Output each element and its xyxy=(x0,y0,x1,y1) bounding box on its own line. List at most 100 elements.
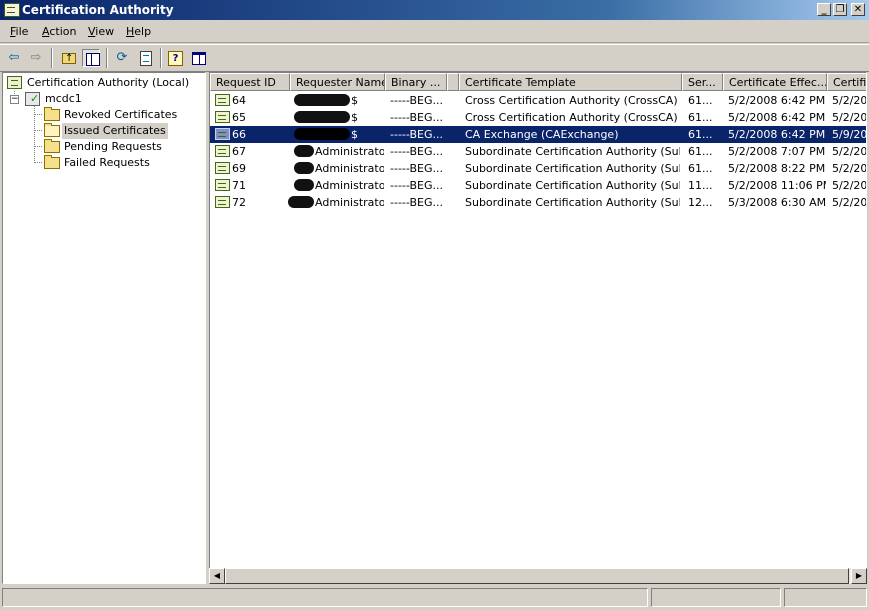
tree-server-label: mcdc1 xyxy=(45,92,82,105)
folder-icon xyxy=(44,107,60,121)
cell-request-id: 72 xyxy=(232,196,246,209)
column-binary-certificate[interactable]: Binary ... xyxy=(385,73,447,91)
tree-item-issued-certificates[interactable]: Issued Certificates xyxy=(3,123,203,139)
column-certificate-expiration-date[interactable]: Certific xyxy=(827,73,866,91)
cell-expiration-date: 5/2/201 xyxy=(832,179,867,192)
certificate-icon xyxy=(215,145,230,157)
tree-item-label: Revoked Certificates xyxy=(64,108,178,121)
console-tree[interactable]: Certification Authority (Local) − mcdc1 … xyxy=(2,72,206,584)
tree-item-revoked-certificates[interactable]: Revoked Certificates xyxy=(3,107,203,123)
console-tree-icon xyxy=(86,53,100,66)
certificate-icon xyxy=(215,94,230,106)
cell-requester-name: $ xyxy=(294,92,384,109)
column-request-id[interactable]: Request ID xyxy=(210,73,290,91)
tree-item-failed-requests[interactable]: Failed Requests xyxy=(3,155,203,171)
tree-root[interactable]: Certification Authority (Local) xyxy=(3,75,203,91)
cell-serial-number: 61... xyxy=(688,94,713,107)
open-folder-icon xyxy=(44,123,60,137)
column-spacer xyxy=(447,73,459,91)
cell-request-id: 71 xyxy=(232,179,246,192)
column-requester-name[interactable]: Requester Name xyxy=(290,73,385,91)
export-list-button[interactable] xyxy=(136,49,154,67)
cell-effective-date: 5/2/2008 11:06 PM xyxy=(728,179,826,192)
table-row[interactable]: 69 Administrator -----BEG... Subordinate… xyxy=(210,160,867,177)
properties-button[interactable] xyxy=(189,49,207,67)
cell-expiration-date: 5/2/201 xyxy=(832,111,867,124)
cell-serial-number: 61... xyxy=(688,111,713,124)
cell-expiration-date: 5/9/200 xyxy=(832,128,867,141)
help-icon: ? xyxy=(168,51,183,66)
help-button[interactable]: ? xyxy=(166,49,184,67)
column-certificate-effective-date[interactable]: Certificate Effec... xyxy=(723,73,827,91)
certificate-authority-icon xyxy=(7,76,22,89)
toolbar-separator xyxy=(106,48,108,68)
certificate-icon xyxy=(215,196,230,208)
tree-item-pending-requests[interactable]: Pending Requests xyxy=(3,139,203,155)
cell-binary-certificate: -----BEG... xyxy=(390,128,443,141)
scroll-left-button[interactable]: ◀ xyxy=(209,568,225,584)
cell-binary-certificate: -----BEG... xyxy=(390,94,443,107)
menu-action[interactable]: Action xyxy=(42,25,76,39)
cell-effective-date: 5/2/2008 7:07 PM xyxy=(728,145,826,158)
certificate-icon xyxy=(215,179,230,191)
scroll-right-button[interactable]: ▶ xyxy=(851,568,867,584)
column-serial-number[interactable]: Ser... xyxy=(682,73,723,91)
show-hide-tree-button[interactable] xyxy=(82,49,100,67)
toolbar-separator xyxy=(160,48,162,68)
status-panel-main xyxy=(2,588,648,607)
certificate-list[interactable]: Request ID Requester Name Binary ... Cer… xyxy=(209,72,867,584)
up-one-level-button[interactable] xyxy=(59,49,77,68)
tree-server[interactable]: − mcdc1 xyxy=(3,91,203,107)
table-row[interactable]: 71 Administrator -----BEG... Subordinate… xyxy=(210,177,867,194)
ca-server-icon xyxy=(25,91,40,107)
menu-view[interactable]: View xyxy=(88,25,114,39)
folder-up-icon xyxy=(62,50,76,68)
cell-serial-number: 61... xyxy=(688,145,713,158)
cell-binary-certificate: -----BEG... xyxy=(390,145,443,158)
cell-request-id: 67 xyxy=(232,145,246,158)
table-row[interactable]: 72 Administrator -----BEG... Subordinate… xyxy=(210,194,866,211)
certificate-icon xyxy=(215,128,230,140)
minimize-button[interactable]: _ xyxy=(817,3,831,16)
toolbar: ⇦ ⇨ ⟳ ? xyxy=(0,44,869,72)
scroll-thumb[interactable] xyxy=(225,568,849,584)
cell-certificate-template: Subordinate Certification Authority (Sub… xyxy=(465,179,680,192)
table-row[interactable]: 67 Administrator -----BEG... Subordinate… xyxy=(210,143,866,160)
maximize-button[interactable]: ❐ xyxy=(833,3,847,16)
table-row[interactable]: 64 $ -----BEG... Cross Certification Aut… xyxy=(210,92,866,109)
title-bar: Certification Authority _ ❐ ✕ xyxy=(0,0,869,20)
cell-expiration-date: 5/2/201 xyxy=(832,162,867,175)
cell-requester-name: $ xyxy=(294,109,384,126)
table-row[interactable]: 65 $ -----BEG... Cross Certification Aut… xyxy=(210,109,867,126)
toolbar-separator xyxy=(51,48,53,68)
close-button[interactable]: ✕ xyxy=(851,3,865,16)
export-list-icon xyxy=(140,51,152,66)
cell-serial-number: 12... xyxy=(688,196,713,209)
status-bar xyxy=(0,588,869,608)
redaction-mark xyxy=(294,162,314,174)
collapse-icon[interactable]: − xyxy=(10,95,19,104)
forward-button[interactable]: ⇨ xyxy=(27,49,45,67)
menu-file[interactable]: File xyxy=(10,25,28,39)
cell-effective-date: 5/2/2008 6:42 PM xyxy=(728,128,826,141)
redaction-mark xyxy=(294,94,350,106)
list-header: Request ID Requester Name Binary ... Cer… xyxy=(210,73,866,91)
menu-help[interactable]: Help xyxy=(126,25,151,39)
table-row-selected[interactable]: 66 $ -----BEG... CA Exchange (CAExchange… xyxy=(210,126,867,143)
refresh-button[interactable]: ⟳ xyxy=(113,49,131,67)
cell-certificate-template: Cross Certification Authority (CrossCA) xyxy=(465,111,678,124)
tree-item-label: Pending Requests xyxy=(64,140,162,153)
cell-serial-number: 11... xyxy=(688,179,713,192)
cell-request-id: 69 xyxy=(232,162,246,175)
column-certificate-template[interactable]: Certificate Template xyxy=(459,73,682,91)
cell-certificate-template: Subordinate Certification Authority (Sub… xyxy=(465,145,680,158)
redaction-mark xyxy=(288,196,314,208)
window-title: Certification Authority xyxy=(22,3,174,17)
cell-certificate-template: CA Exchange (CAExchange) xyxy=(465,128,619,141)
back-button[interactable]: ⇦ xyxy=(5,49,23,67)
cell-request-id: 66 xyxy=(232,128,246,141)
status-panel xyxy=(651,588,781,607)
cell-effective-date: 5/2/2008 6:42 PM xyxy=(728,94,826,107)
horizontal-scrollbar[interactable]: ◀ ▶ xyxy=(209,568,867,584)
cell-effective-date: 5/3/2008 6:30 AM xyxy=(728,196,826,209)
